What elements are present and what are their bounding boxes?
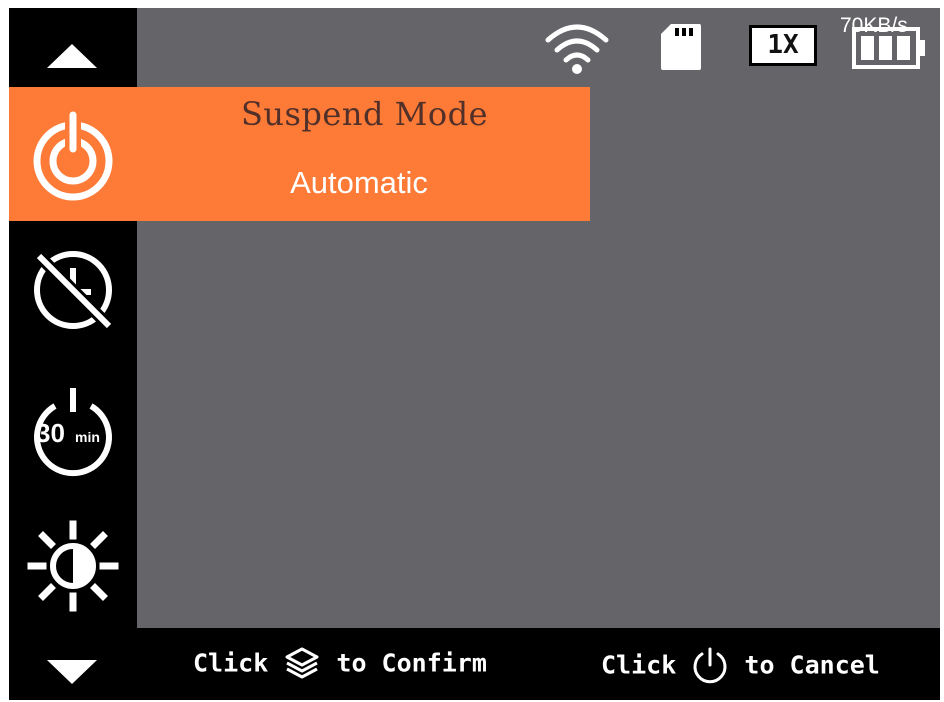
layers-icon — [285, 647, 319, 679]
zoom-badge: 1X — [749, 25, 817, 66]
brightness-icon[interactable] — [25, 518, 121, 614]
svg-text:30: 30 — [36, 418, 65, 448]
cancel-hint: Click to Cancel — [601, 646, 880, 684]
sd-card-icon — [661, 24, 701, 70]
svg-text:min: min — [75, 429, 100, 445]
wifi-icon — [545, 24, 609, 74]
confirm-suffix: to Confirm — [336, 648, 487, 678]
confirm-prefix: Click — [193, 648, 269, 678]
suspend-mode-item[interactable]: Suspend Mode Automatic — [9, 87, 590, 221]
popup-value[interactable]: Automatic — [139, 165, 579, 201]
timer-off-icon[interactable] — [25, 242, 121, 338]
timer-30min-icon[interactable]: 30 min — [25, 384, 121, 480]
cancel-suffix: to Cancel — [744, 650, 880, 680]
hint-bar: Click to Confirm Click to Cancel — [137, 628, 940, 700]
transfer-rate: 70KB/s — [840, 14, 908, 37]
device-screen: 1X 70KB/s 30 min Suspend Mode Automatic … — [9, 8, 940, 700]
arrow-down-icon[interactable] — [47, 660, 97, 684]
power-icon — [33, 111, 113, 201]
confirm-hint: Click to Confirm — [193, 646, 487, 680]
arrow-up-icon[interactable] — [47, 44, 97, 68]
popup-title: Suspend Mode — [240, 95, 489, 133]
power-small-icon — [693, 647, 727, 684]
cancel-prefix: Click — [601, 650, 677, 680]
